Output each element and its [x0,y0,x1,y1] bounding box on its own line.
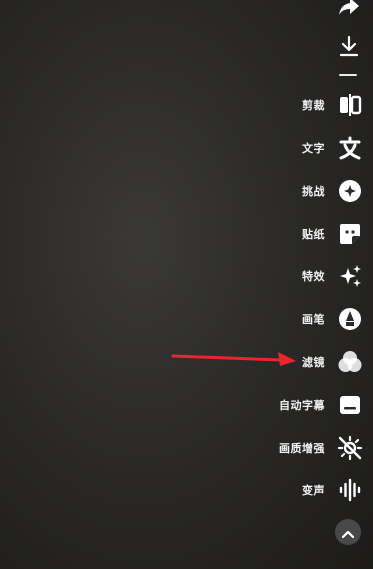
tool-label: 特效 [302,270,325,283]
download-button[interactable] [335,34,363,62]
tool-brush[interactable]: 画笔 [302,302,365,336]
tool-label: 自动字幕 [279,399,325,412]
voice-change-icon [335,475,365,505]
brush-icon [335,304,365,334]
tool-text[interactable]: 文字 [302,131,365,165]
share-icon [338,0,360,20]
filter-icon [335,347,365,377]
tool-crop[interactable]: 剪裁 [302,88,365,122]
tool-effects[interactable]: 特效 [302,259,365,293]
toolbar-divider [339,74,357,76]
tool-label: 滤镜 [302,356,325,369]
tool-filter[interactable]: 滤镜 [302,345,365,379]
challenge-icon [335,176,365,206]
crop-icon [335,90,365,120]
effects-icon [335,261,365,291]
tool-quality-enhance[interactable]: 画质增强 [279,431,365,465]
sticker-icon [335,219,365,249]
tool-voice-change[interactable]: 变声 [302,473,365,507]
tool-label: 画笔 [302,313,325,326]
chevron-up-icon [341,523,355,542]
tool-label: 剪裁 [302,99,325,112]
tool-label: 文字 [302,142,325,155]
auto-subtitle-icon [335,390,365,420]
tool-challenge[interactable]: 挑战 [302,174,365,208]
download-icon [338,35,360,61]
text-icon [335,133,365,163]
tool-label: 贴纸 [302,228,325,241]
quality-enhance-icon [335,433,365,463]
collapse-toolbar-button[interactable] [335,519,361,545]
share-button[interactable] [335,0,363,22]
tool-label: 变声 [302,484,325,497]
tool-sticker[interactable]: 贴纸 [302,217,365,251]
tool-auto-subtitle[interactable]: 自动字幕 [279,388,365,422]
tool-label: 画质增强 [279,442,325,455]
tool-label: 挑战 [302,185,325,198]
